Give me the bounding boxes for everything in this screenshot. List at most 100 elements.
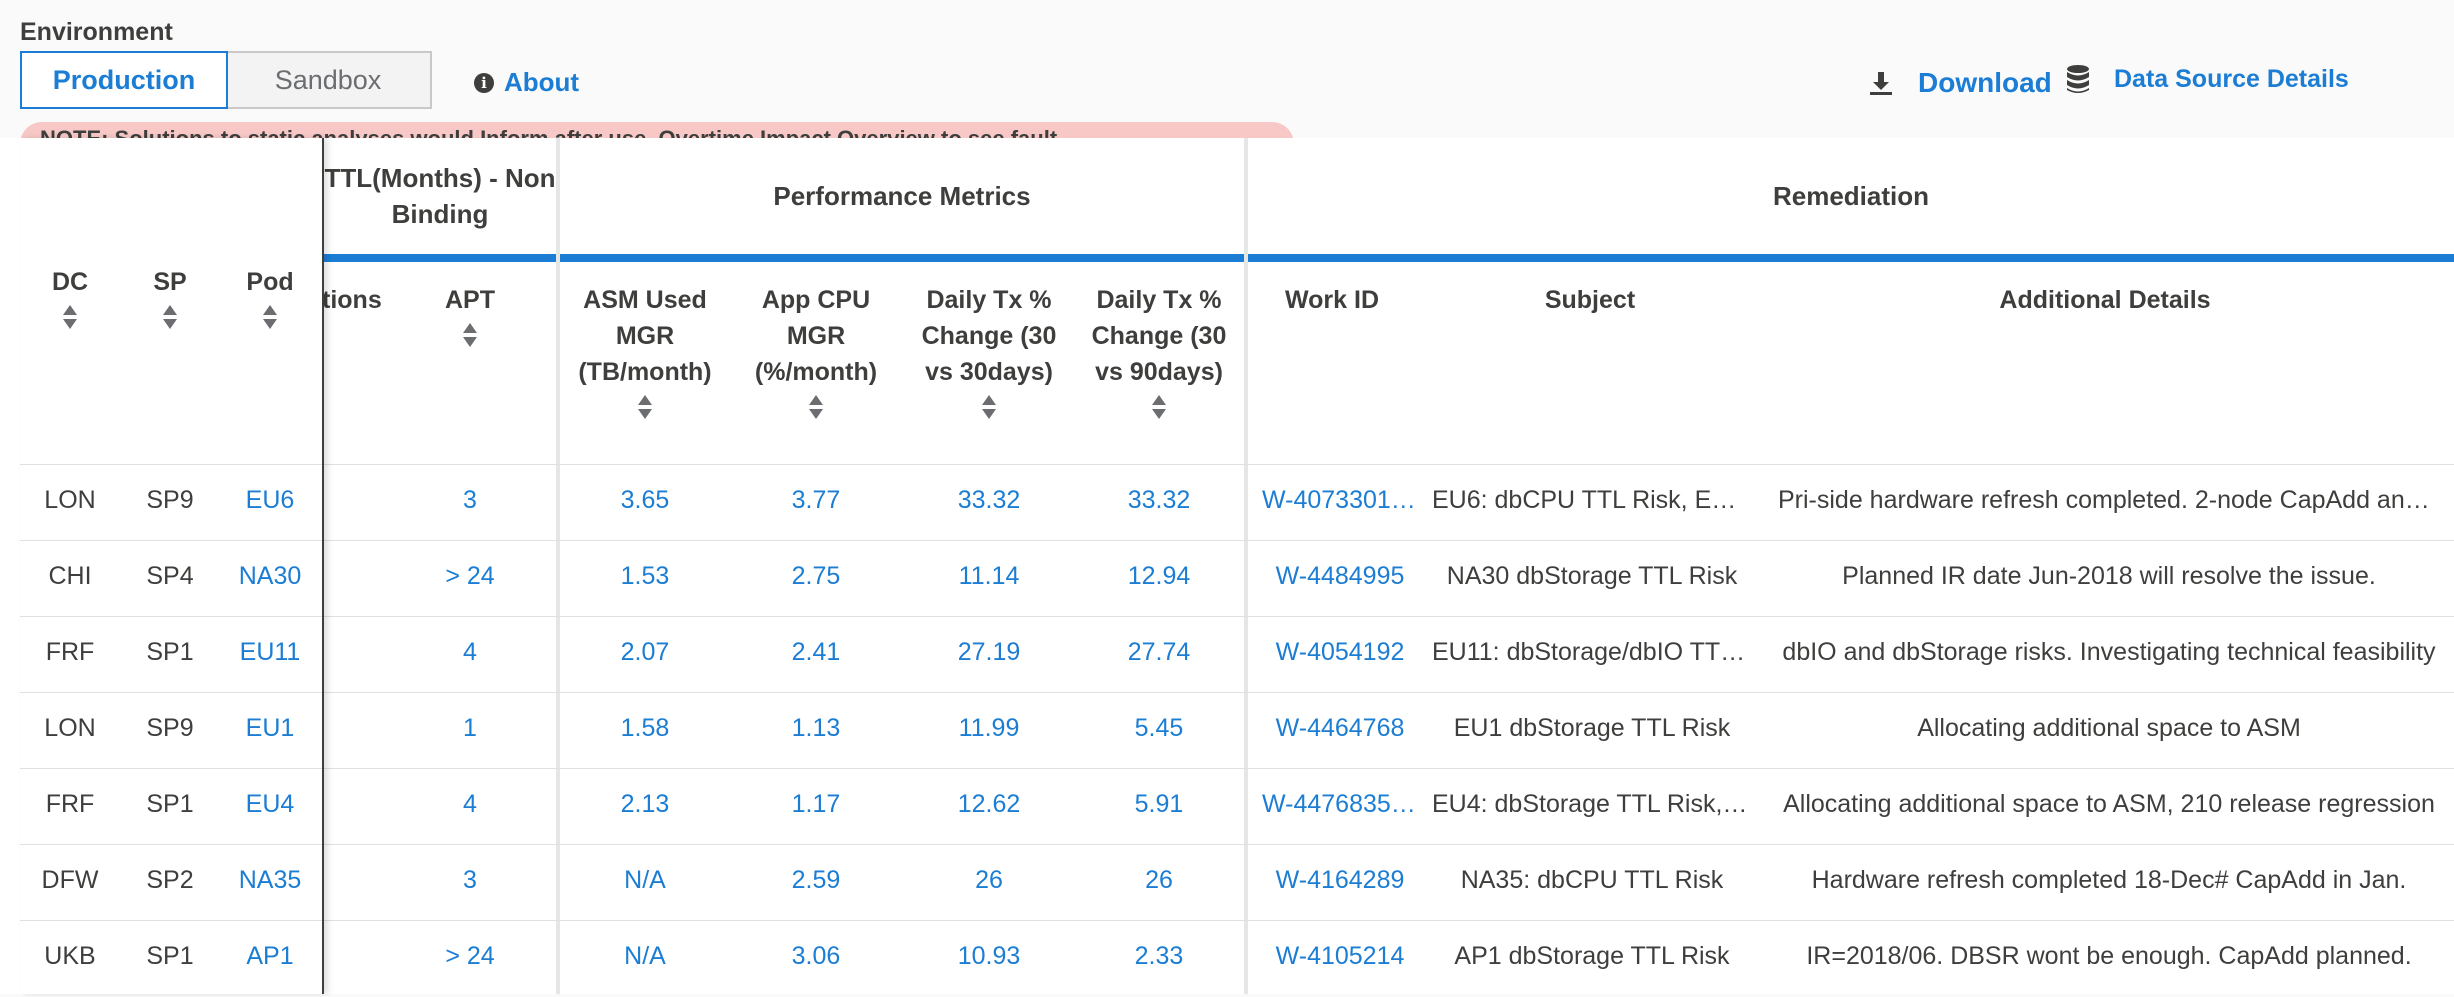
cell-apt[interactable]: > 24 (430, 942, 510, 971)
about-link[interactable]: i About (474, 67, 579, 98)
cell-tx30[interactable]: 10.93 (914, 942, 1064, 971)
tab-production[interactable]: Production (20, 51, 228, 109)
cell-subject: NA35: dbCPU TTL Risk (1460, 866, 1724, 894)
cell-tx30[interactable]: 33.32 (914, 486, 1064, 515)
cell-tx90[interactable]: 33.32 (1090, 486, 1228, 515)
col-header-details[interactable]: Additional Details (1780, 282, 2430, 318)
environment-label: Environment (20, 18, 173, 46)
cell-sp: SP2 (146, 866, 194, 894)
cell-asm[interactable]: N/A (572, 866, 718, 895)
cell-apt[interactable]: > 24 (430, 562, 510, 591)
cell-apt[interactable]: 3 (430, 486, 510, 515)
col-header-pod[interactable]: Pod (230, 264, 310, 330)
cell-apt[interactable]: 4 (430, 790, 510, 819)
cell-work[interactable]: W-4164289 (1262, 866, 1418, 895)
cell-apt[interactable]: 1 (430, 714, 510, 743)
sort-icon[interactable] (461, 322, 479, 348)
data-source-details-link[interactable]: Data Source Details (2066, 64, 2349, 94)
cell-work[interactable]: W-4464768 (1262, 714, 1418, 743)
cell-dc: CHI (48, 562, 92, 590)
cell-pod[interactable]: AP1 (230, 942, 310, 971)
cell-details: Allocating additional space to ASM (1917, 714, 2301, 742)
sort-icon[interactable] (161, 304, 179, 330)
cell-asm[interactable]: 1.53 (572, 562, 718, 591)
cell-pod[interactable]: EU6 (230, 486, 310, 515)
cell-tx30[interactable]: 11.99 (914, 714, 1064, 743)
col-header-tx90[interactable]: Daily Tx % Change (30 vs 90days) (1090, 282, 1228, 420)
cell-subject: EU11: dbStorage/dbIO TTL Risk (1432, 638, 1752, 666)
cell-asm[interactable]: N/A (572, 942, 718, 971)
cell-pod[interactable]: EU4 (230, 790, 310, 819)
row-divider (20, 844, 322, 845)
cell-tx90[interactable]: 2.33 (1090, 942, 1228, 971)
cell-work[interactable]: W-4484995 (1262, 562, 1418, 591)
col-header-apt[interactable]: APT (430, 282, 510, 348)
cell-cpu[interactable]: 2.75 (746, 562, 886, 591)
sort-icon[interactable] (980, 394, 998, 420)
cell-tx90[interactable]: 12.94 (1090, 562, 1228, 591)
cell-sp: SP1 (146, 942, 194, 970)
cell-cpu[interactable]: 3.77 (746, 486, 886, 515)
cell-work[interactable]: W-4073301,W-4073302 (1262, 486, 1418, 515)
cell-tx90[interactable]: 5.91 (1090, 790, 1228, 819)
row-divider (20, 616, 322, 617)
sort-icon[interactable] (636, 394, 654, 420)
sort-icon[interactable] (807, 394, 825, 420)
database-icon (2067, 65, 2089, 93)
cell-work[interactable]: W-4054192 (1262, 638, 1418, 667)
col-header-tx30[interactable]: Daily Tx % Change (30 vs 30days) (914, 282, 1064, 420)
cell-asm[interactable]: 1.58 (572, 714, 718, 743)
col-header-sp[interactable]: SP (130, 264, 210, 330)
sort-icon[interactable] (1150, 394, 1168, 420)
cell-tx90[interactable]: 26 (1090, 866, 1228, 895)
sort-icon[interactable] (261, 304, 279, 330)
cell-cpu[interactable]: 2.41 (746, 638, 886, 667)
cell-asm[interactable]: 3.65 (572, 486, 718, 515)
cell-tx30[interactable]: 11.14 (914, 562, 1064, 591)
cell-pod[interactable]: EU1 (230, 714, 310, 743)
cell-cpu[interactable]: 1.17 (746, 790, 886, 819)
row-divider (20, 464, 322, 465)
cell-details: Allocating additional space to ASM, 210 … (1783, 790, 2435, 818)
cell-work[interactable]: W-4476835,W-4476836 (1262, 790, 1418, 819)
download-button[interactable]: Download (1868, 67, 2052, 99)
group-ttl: TTL(Months) - Non Binding (322, 138, 558, 254)
cell-pod[interactable]: EU11 (230, 638, 310, 667)
row-divider (20, 920, 322, 921)
cell-apt[interactable]: 4 (430, 638, 510, 667)
cell-tx30[interactable]: 26 (914, 866, 1064, 895)
cell-pod[interactable]: NA35 (230, 866, 310, 895)
col-header-asm[interactable]: ASM Used MGR (TB/month) (572, 282, 718, 420)
cell-cpu[interactable]: 3.06 (746, 942, 886, 971)
cell-cpu[interactable]: 2.59 (746, 866, 886, 895)
cell-dc: LON (44, 714, 96, 742)
group-bar (560, 254, 1244, 262)
cell-cpu[interactable]: 1.13 (746, 714, 886, 743)
cell-tx30[interactable]: 27.19 (914, 638, 1064, 667)
col-header-dc[interactable]: DC (30, 264, 110, 330)
cell-dc: FRF (45, 790, 95, 818)
cell-details: IR=2018/06. DBSR wont be enough. CapAdd … (1806, 942, 2412, 970)
cell-asm[interactable]: 2.07 (572, 638, 718, 667)
col-header-work-id[interactable]: Work ID (1262, 282, 1402, 318)
cell-tx90[interactable]: 5.45 (1090, 714, 1228, 743)
cell-apt[interactable]: 3 (430, 866, 510, 895)
info-icon: i (474, 72, 494, 93)
cell-tx30[interactable]: 12.62 (914, 790, 1064, 819)
col-header-cpu[interactable]: App CPU MGR (%/month) (746, 282, 886, 420)
download-icon (1870, 72, 1892, 95)
sort-icon[interactable] (61, 304, 79, 330)
cell-tx90[interactable]: 27.74 (1090, 638, 1228, 667)
cell-asm[interactable]: 2.13 (572, 790, 718, 819)
cell-sp: SP1 (146, 638, 194, 666)
cell-pod[interactable]: NA30 (230, 562, 310, 591)
cell-subject: AP1 dbStorage TTL Risk (1454, 942, 1730, 970)
cell-work[interactable]: W-4105214 (1262, 942, 1418, 971)
col-header-options[interactable]: tions (322, 282, 382, 318)
cell-subject: EU1 dbStorage TTL Risk (1453, 714, 1731, 742)
row-divider (20, 692, 322, 693)
group-performance: Performance Metrics (560, 138, 1244, 254)
row-divider (20, 768, 322, 769)
col-header-subject[interactable]: Subject (1430, 282, 1750, 318)
tab-sandbox[interactable]: Sandbox (226, 51, 432, 109)
